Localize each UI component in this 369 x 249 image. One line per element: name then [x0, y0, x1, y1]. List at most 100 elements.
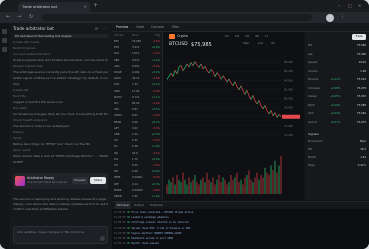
price-line-segment [196, 64, 200, 68]
forward-button[interactable]: → [17, 12, 21, 23]
watchlist-change: -2.1% [152, 52, 160, 56]
market-row[interactable]: Gemini +0.07% 75,975 [308, 121, 366, 124]
volume-bar [196, 182, 198, 194]
watchlist-row[interactable]: OP 2.31 -0.5% [114, 138, 160, 144]
watchlist-row[interactable]: XRP 0.612 +1.4% [114, 58, 160, 64]
watchlist-row[interactable]: SOL 178.4 -2.1% [114, 51, 160, 57]
market-row[interactable]: Volume 1.2B [308, 70, 366, 73]
market-row[interactable]: Binance +0.12% 75,991 [308, 78, 366, 81]
watchlist-row[interactable]: ETH 3,412 +0.8% [114, 45, 160, 51]
market-row[interactable]: Bid 75,980 [308, 44, 366, 47]
watchlist-row[interactable]: BTC 75,985 -1.2% [114, 39, 160, 45]
watchlist-row[interactable]: SEI 0.48 +0.9% [114, 169, 160, 175]
watchlist-row[interactable]: WIF 2.14 +6.3% [114, 182, 160, 188]
watchlist-row[interactable]: TIA 8.45 -1.0% [114, 163, 160, 169]
watchlist-row[interactable]: PEPE 0.00001 -5.2% [114, 175, 160, 181]
price-line-segment [264, 105, 268, 111]
avatar[interactable] [326, 13, 334, 22]
volume-bar [232, 179, 234, 194]
chat-icon[interactable] [2, 38, 7, 43]
market-label: Spread [308, 61, 318, 64]
watchlist-row[interactable]: INJ 24.6 -3.1% [114, 151, 160, 157]
range-1d[interactable]: 1D [225, 35, 229, 38]
result-card[interactable]: Arbitrator Ready Your bot will check and… [13, 173, 108, 189]
new-tab-button[interactable]: + [93, 2, 98, 10]
tab-output[interactable]: Output [134, 202, 144, 209]
volume-bar [210, 182, 212, 194]
watchlist-row[interactable]: FIL 5.48 +1.9% [114, 144, 160, 150]
watchlist-row[interactable]: RNDR 7.90 +1.6% [114, 194, 160, 200]
chat-line[interactable]: Fix and launch the trading bot engine [13, 34, 108, 38]
watchlist-row[interactable]: MATIC 0.712 +1.1% [114, 95, 160, 101]
browser-tab[interactable]: Trade arbitrator bot × [18, 2, 90, 12]
preview-button[interactable]: Preview [72, 177, 88, 184]
watchlist-row[interactable]: ATOM 8.91 -1.3% [114, 113, 160, 119]
close-window-button[interactable]: × [358, 2, 361, 10]
browser-menu-button[interactable]: ⋮ [340, 12, 345, 23]
maximize-button[interactable]: □ [348, 2, 352, 10]
market-label: Volume [308, 69, 318, 73]
volume-bar [254, 177, 256, 194]
range-1w[interactable]: 1W [235, 35, 239, 38]
market-value: 75,980 [356, 44, 366, 47]
back-button[interactable]: ← [6, 12, 10, 23]
chat-header-icons[interactable]: ⟳ ⋯ [95, 26, 108, 31]
watchlist-row[interactable]: ADA 0.451 -0.6% [114, 64, 160, 70]
market-value: 1.2B [360, 69, 366, 73]
share-button[interactable]: Share [90, 177, 106, 184]
tab-code[interactable]: Code [136, 24, 144, 30]
watchlist-change: +4.0% [151, 157, 160, 161]
reload-button[interactable]: ↻ [29, 12, 33, 23]
range-1m[interactable]: 1M [245, 35, 249, 38]
price-line-segment [270, 110, 274, 116]
market-row[interactable]: Bybit +0.10% 75,985 [308, 104, 366, 107]
volume-bar [194, 175, 196, 194]
trade-button[interactable]: Trade [352, 34, 366, 40]
watchlist-row[interactable]: LTC 84.20 -0.4% [114, 101, 160, 107]
watchlist-row[interactable]: UNI 9.87 +2.5% [114, 107, 160, 113]
watchlist-price: 7.34 [132, 83, 138, 87]
watchlist-row[interactable]: NEAR 5.66 +0.7% [114, 120, 160, 126]
tab-files[interactable]: Files [172, 24, 179, 30]
range-3m[interactable]: 3M [255, 35, 259, 38]
watchlist-row[interactable]: BONK 0.00002 -2.8% [114, 188, 160, 194]
price-line-segment [202, 65, 206, 70]
tab-console[interactable]: Console [151, 24, 164, 30]
folder-icon[interactable] [2, 47, 7, 52]
tab-preview[interactable]: Preview [116, 24, 128, 30]
watchlist-row[interactable]: ARB 1.04 +0.3% [114, 132, 160, 138]
close-icon[interactable]: × [84, 2, 87, 12]
watchlist-price: 0.00001 [132, 176, 143, 180]
market-gain: +0.08% [330, 86, 341, 90]
tab-terminal[interactable]: Terminal [115, 202, 131, 209]
watchlist-row[interactable]: APT 9.02 -2.4% [114, 126, 160, 132]
market-row[interactable]: Spread 10.00 [308, 61, 366, 64]
watchlist-change: -1.3% [152, 114, 160, 118]
url-input[interactable] [42, 14, 312, 21]
range-1y[interactable]: 1Y [265, 35, 268, 38]
tab-problems[interactable]: Problems [150, 202, 163, 209]
prompt-input[interactable]: Add updates, make changes or file-mentio… [13, 226, 108, 244]
volume-bar [252, 182, 254, 194]
home-icon[interactable] [2, 29, 7, 34]
market-row[interactable]: Kraken +0.05% 75,970 [308, 95, 366, 98]
watchlist-row[interactable]: AVAX 36.12 -1.8% [114, 76, 160, 82]
watchlist-row[interactable]: DOGE 0.162 +3.2% [114, 70, 160, 76]
chat-line: Verify [13, 136, 22, 140]
volume-bar [240, 179, 242, 194]
price-line-segment [216, 72, 220, 76]
price-chart[interactable]: 88,00086,00084,00082,00080,00078,00076,0… [163, 49, 304, 199]
market-row[interactable]: OKX +0.04% 75,962 [308, 112, 366, 115]
market-row[interactable]: Ask 75,990 [308, 53, 366, 56]
market-row[interactable]: Coinbase +0.08% 75,978 [308, 87, 366, 90]
stat-vol: Vol [271, 42, 275, 45]
watchlist-row[interactable]: DOT 7.34 +0.2% [114, 82, 160, 88]
watchlist-row[interactable]: SUI 1.72 +4.0% [114, 157, 160, 163]
watchlist-row[interactable]: LINK 17.85 -0.9% [114, 89, 160, 95]
watchlist-price: 75,985 [132, 40, 142, 43]
send-icon[interactable] [100, 236, 105, 241]
minimize-button[interactable]: – [338, 2, 340, 10]
watchlist-change: +0.3% [151, 133, 160, 136]
volume-bar [180, 182, 182, 194]
volume-bar [230, 175, 232, 194]
